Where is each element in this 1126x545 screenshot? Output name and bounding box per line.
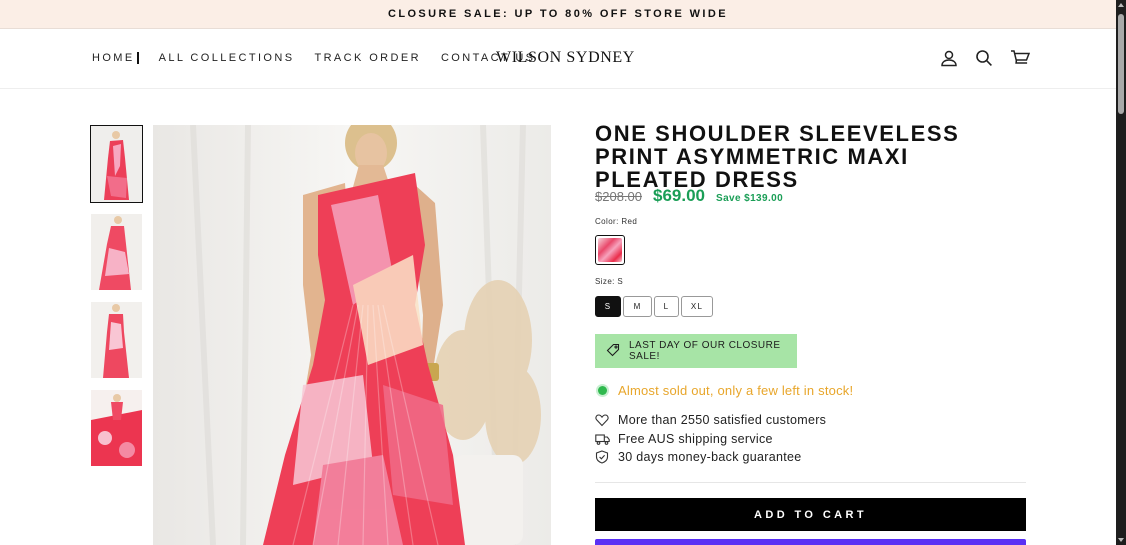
feature-item: 30 days money-back guarantee: [595, 448, 826, 467]
page-scrollbar[interactable]: [1116, 0, 1126, 545]
promo-banner: LAST DAY OF OUR CLOSURE SALE!: [595, 334, 797, 368]
original-price: $208.00: [595, 189, 642, 204]
feature-text: More than 2550 satisfied customers: [618, 413, 827, 428]
product-thumbnails: [90, 125, 143, 478]
truck-icon: [595, 432, 610, 446]
product-info: ONE SHOULDER SLEEVELESS PRINT ASYMMETRIC…: [595, 121, 1026, 545]
header-icons: [940, 49, 1031, 67]
size-selector: S M L XL: [595, 296, 713, 317]
color-label: Color: Red: [595, 217, 638, 226]
scroll-up-arrow-icon[interactable]: [1118, 3, 1124, 7]
heart-icon: [595, 413, 609, 427]
save-amount: Save $139.00: [716, 193, 784, 204]
add-to-cart-button[interactable]: ADD TO CART: [595, 498, 1026, 531]
search-icon[interactable]: [975, 49, 993, 67]
nav-all-collections[interactable]: ALL COLLECTIONS: [159, 52, 295, 64]
size-option-l[interactable]: L: [654, 296, 679, 317]
nav-home[interactable]: HOME: [92, 52, 139, 64]
thumbnail-3[interactable]: [91, 302, 142, 378]
size-option-xl[interactable]: XL: [681, 296, 713, 317]
thumbnail-2[interactable]: [91, 214, 142, 290]
stock-text: Almost sold out, only a few left in stoc…: [618, 383, 854, 398]
site-logo[interactable]: WILSON SYDNEY: [496, 49, 635, 67]
shield-check-icon: [595, 450, 609, 464]
feature-text: 30 days money-back guarantee: [618, 450, 802, 465]
announcement-bar: CLOSURE SALE: UP TO 80% OFF STORE WIDE: [0, 0, 1116, 29]
product-title: ONE SHOULDER SLEEVELESS PRINT ASYMMETRIC…: [595, 121, 960, 192]
size-label: Size: S: [595, 277, 624, 286]
thumbnail-1[interactable]: [90, 125, 143, 203]
scrollbar-thumb[interactable]: [1118, 14, 1124, 114]
status-dot-icon: [598, 386, 607, 395]
size-option-m[interactable]: M: [623, 296, 652, 317]
cart-icon[interactable]: [1010, 49, 1031, 67]
promo-text: LAST DAY OF OUR CLOSURE SALE!: [629, 340, 781, 362]
thumbnail-4[interactable]: [91, 390, 142, 466]
color-swatch-red[interactable]: [595, 235, 625, 265]
size-option-s[interactable]: S: [595, 296, 621, 317]
divider: [595, 482, 1026, 483]
site-header: HOME ALL COLLECTIONS TRACK ORDER CONTACT…: [0, 29, 1116, 89]
main-nav: HOME ALL COLLECTIONS TRACK ORDER CONTACT…: [92, 52, 535, 64]
express-pay-button[interactable]: [595, 539, 1026, 545]
feature-item: More than 2550 satisfied customers: [595, 411, 826, 430]
tag-icon: [606, 343, 620, 360]
feature-text: Free AUS shipping service: [618, 431, 773, 446]
sale-price: $69.00: [653, 186, 705, 205]
stock-status: Almost sold out, only a few left in stoc…: [598, 383, 853, 398]
announcement-text: CLOSURE SALE: UP TO 80% OFF STORE WIDE: [388, 8, 728, 20]
feature-item: Free AUS shipping service: [595, 430, 826, 449]
product-main-image[interactable]: [153, 125, 551, 545]
scroll-down-arrow-icon[interactable]: [1118, 538, 1124, 542]
account-icon[interactable]: [940, 49, 958, 67]
nav-track-order[interactable]: TRACK ORDER: [314, 52, 420, 64]
price-row: $208.00 $69.00 Save $139.00: [595, 186, 783, 206]
feature-list: More than 2550 satisfied customers Free …: [595, 411, 826, 467]
